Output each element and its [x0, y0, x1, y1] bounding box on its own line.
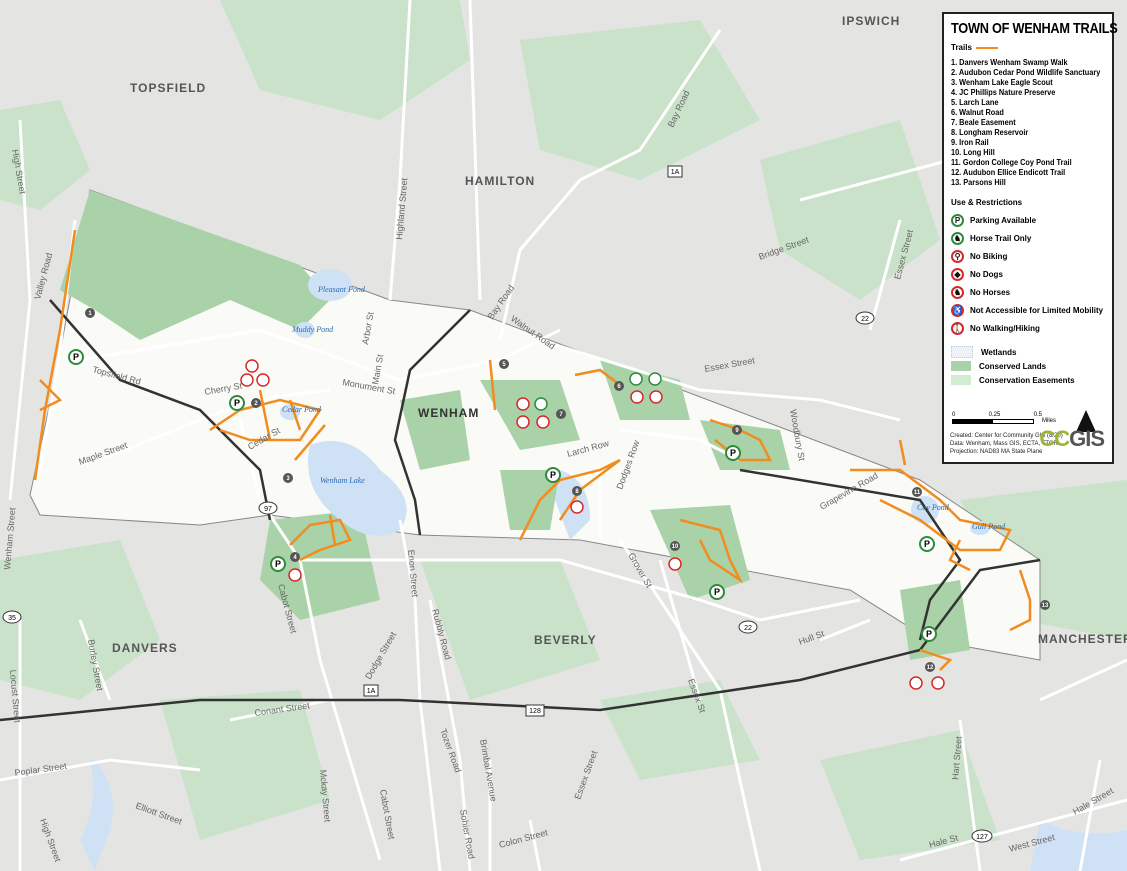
svg-text:1A: 1A	[367, 688, 376, 695]
parking-icon[interactable]: P	[725, 445, 741, 461]
svg-text:13: 13	[1042, 603, 1049, 609]
parking-icon[interactable]: P	[68, 349, 84, 365]
map-legend: TOWN OF WENHAM TRAILS Trails 1. Danvers …	[942, 12, 1118, 464]
svg-text:97: 97	[264, 506, 272, 513]
trail-marker-11[interactable]: 11	[912, 487, 922, 497]
svg-text:P: P	[550, 470, 556, 480]
trail-marker-3[interactable]: 3	[283, 473, 293, 483]
svg-text:Muddy Pond: Muddy Pond	[291, 325, 334, 334]
trail-marker-9[interactable]: 9	[732, 425, 742, 435]
svg-text:22: 22	[744, 625, 752, 632]
trail-list-item: 1. Danvers Wenham Swamp Walk	[951, 58, 1068, 67]
use-no-biking: ⚲ No Biking	[951, 247, 1105, 265]
trail-list-item: 10. Long Hill	[951, 148, 995, 157]
use-parking: P Parking Available	[951, 211, 1105, 229]
svg-text:P: P	[714, 587, 720, 597]
trails-heading: Trails	[951, 43, 972, 52]
svg-text:11: 11	[914, 490, 921, 496]
use-no-horses: ♞ No Horses	[951, 283, 1105, 301]
trail-list-item: 6. Walnut Road	[951, 108, 1004, 117]
svg-text:128: 128	[529, 708, 541, 715]
parking-icon[interactable]: P	[709, 584, 725, 600]
trail-list-item: 8. Longham Reservoir	[951, 128, 1029, 137]
scale-bar: 0 0.25 0.5 Miles	[952, 412, 1057, 424]
svg-text:P: P	[234, 398, 240, 408]
town-label: DANVERS	[112, 641, 178, 655]
parking-icon: P	[951, 213, 964, 227]
svg-text:P: P	[926, 629, 932, 639]
legend-conserved: Conserved Lands	[951, 359, 1105, 373]
trail-marker-13[interactable]: 13	[1040, 600, 1050, 610]
svg-text:P: P	[275, 559, 281, 569]
trail-list-item: 11. Gordon College Coy Pond Trail	[951, 158, 1072, 167]
svg-text:P: P	[730, 448, 736, 458]
svg-text:10: 10	[672, 544, 679, 550]
trail-list-item: 4. JC Phillips Nature Preserve	[951, 88, 1056, 97]
use-horse: ♞ Horse Trail Only	[951, 229, 1105, 247]
svg-text:Pleasant Pond: Pleasant Pond	[317, 285, 366, 294]
ccgis-logo: CCGIS	[1039, 426, 1105, 451]
town-label: TOPSFIELD	[130, 81, 206, 95]
svg-text:Wenham Lake: Wenham Lake	[320, 476, 365, 485]
trail-list-item: 2. Audubon Cedar Pond Wildlife Sanctuary	[951, 68, 1101, 77]
use-no-wheelchair: ♿ Not Accessible for Limited Mobility	[951, 303, 1104, 317]
svg-text:35: 35	[8, 615, 16, 622]
trail-list-item: 9. Iron Rail	[951, 138, 989, 147]
trail-marker-5[interactable]: 5	[499, 359, 509, 369]
no-hiking-icon: 🚶	[951, 321, 964, 335]
trail-list-item: 7. Beale Easement	[951, 118, 1016, 127]
town-label: BEVERLY	[534, 633, 597, 647]
no-biking-icon: ⚲	[951, 249, 964, 263]
svg-text:22: 22	[861, 316, 869, 323]
trail-list-item: 5. Larch Lane	[951, 98, 999, 107]
trail-list-item: 3. Wenham Lake Eagle Scout	[951, 78, 1053, 87]
use-no-dogs: ◆ No Dogs	[951, 265, 1105, 283]
parking-icon[interactable]: P	[270, 556, 286, 572]
no-wheelchair-icon: ♿	[951, 303, 964, 317]
no-horses-icon: ♞	[951, 285, 964, 299]
trail-marker-12[interactable]: 12	[925, 662, 935, 672]
no-dogs-icon: ◆	[951, 267, 964, 281]
parking-icon[interactable]: P	[545, 467, 561, 483]
horse-icon: ♞	[951, 231, 964, 245]
trail-marker-1[interactable]: 1	[85, 308, 95, 318]
svg-text:1A: 1A	[671, 169, 680, 176]
legend-wetlands: Wetlands	[951, 345, 1105, 359]
trail-marker-2[interactable]: 2	[251, 398, 261, 408]
parking-icon[interactable]: P	[919, 536, 935, 552]
trail-marker-6[interactable]: 6	[614, 381, 624, 391]
parking-icon[interactable]: P	[229, 395, 245, 411]
town-label: HAMILTON	[465, 174, 535, 188]
use-no-hiking: 🚶 No Walking/Hiking	[951, 321, 1040, 335]
trail-list: 1. Danvers Wenham Swamp Walk 2. Audubon …	[951, 58, 1105, 188]
legend-title: TOWN OF WENHAM TRAILS	[951, 20, 1118, 37]
svg-text:Cedar Pond: Cedar Pond	[282, 405, 322, 414]
trail-marker-4[interactable]: 4	[290, 552, 300, 562]
trail-list-item: 12. Audubon Ellice Endicott Trail	[951, 168, 1066, 177]
trail-list-item: 13. Parsons Hill	[951, 178, 1006, 187]
trail-marker-7[interactable]: 7	[556, 409, 566, 419]
trail-swatch	[975, 46, 998, 49]
legend-easements: Conservation Easements	[951, 373, 1105, 387]
trail-marker-10[interactable]: 10	[670, 541, 680, 551]
use-heading: Use & Restrictions	[951, 198, 1023, 207]
parking-icon[interactable]: P	[921, 626, 937, 642]
svg-text:12: 12	[927, 665, 934, 671]
trail-marker-8[interactable]: 8	[572, 486, 582, 496]
svg-text:Gull Pond: Gull Pond	[972, 522, 1006, 531]
town-label: MANCHESTER	[1038, 632, 1127, 646]
svg-text:P: P	[924, 539, 930, 549]
town-label: IPSWICH	[842, 14, 900, 28]
svg-text:P: P	[73, 352, 79, 362]
svg-text:127: 127	[976, 834, 988, 841]
svg-text:Coy Pond: Coy Pond	[917, 503, 950, 512]
town-label: WENHAM	[418, 406, 479, 420]
